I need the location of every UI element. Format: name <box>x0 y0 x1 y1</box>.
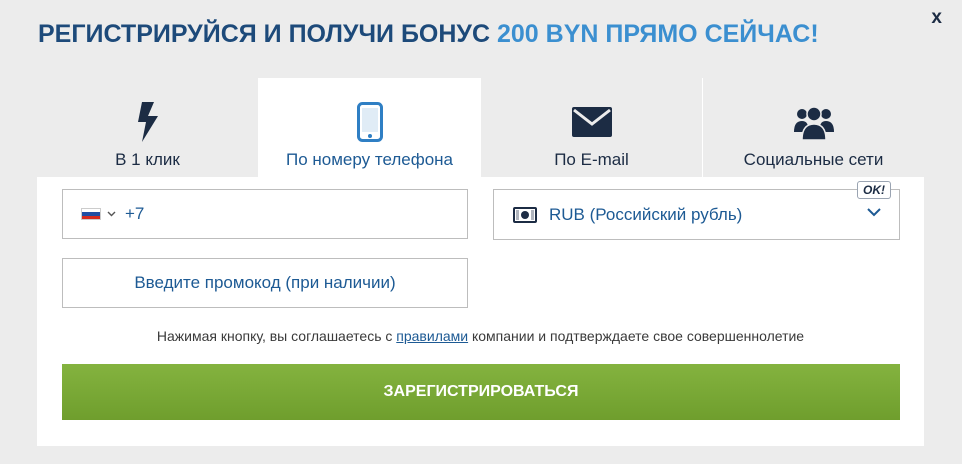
register-button[interactable]: ЗАРЕГИСТРИРОВАТЬСЯ <box>62 364 900 420</box>
rules-link[interactable]: правилами <box>396 328 468 344</box>
envelope-icon <box>571 96 612 148</box>
chevron-down-icon[interactable] <box>867 208 881 217</box>
tab-label: В 1 клик <box>115 150 180 169</box>
tab-label: По номеру телефона <box>285 150 453 169</box>
title-accent: 200 BYN ПРЯМО СЕЙЧАС! <box>496 20 819 48</box>
tab-label: По E-mail <box>554 150 629 169</box>
tab-label: Социальные сети <box>743 150 884 169</box>
phone-prefix: +7 <box>125 204 145 223</box>
terms-text: Нажимая кнопку, вы соглашаетесь с правил… <box>37 328 924 344</box>
tab-email[interactable]: По E-mail <box>481 78 703 177</box>
promo-code-input[interactable]: Введите промокод (при наличии) <box>62 258 468 308</box>
phone-input[interactable]: +7 <box>62 189 468 239</box>
terms-before: Нажимая кнопку, вы соглашаетесь с <box>156 328 397 344</box>
tab-one-click[interactable]: В 1 клик <box>37 78 259 177</box>
currency-select[interactable]: RUB (Российский рубль) OK! <box>493 181 900 240</box>
title-main: РЕГИСТРИРУЙСЯ И ПОЛУЧИ БОНУС <box>38 20 497 48</box>
money-icon <box>513 206 537 223</box>
lightning-icon <box>136 96 160 148</box>
tab-social[interactable]: Социальные сети <box>703 78 924 177</box>
terms-after: компании и подтверждаете свое совершенно… <box>468 328 805 344</box>
users-icon <box>793 96 834 148</box>
page-title: РЕГИСТРИРУЙСЯ И ПОЛУЧИ БОНУС 200 BYN ПРЯ… <box>38 20 819 49</box>
russia-flag-icon[interactable] <box>81 208 101 220</box>
ok-badge: OK! <box>857 181 891 199</box>
currency-value: RUB (Российский рубль) <box>549 204 743 224</box>
close-button[interactable]: x <box>931 8 942 28</box>
registration-card: В 1 клик По номеру телефона По E-mail Со… <box>37 78 924 446</box>
tab-phone[interactable]: По номеру телефона <box>259 78 481 177</box>
registration-tabs: В 1 клик По номеру телефона По E-mail Со… <box>37 78 924 177</box>
phone-icon <box>356 96 383 148</box>
chevron-down-icon[interactable] <box>107 211 116 217</box>
